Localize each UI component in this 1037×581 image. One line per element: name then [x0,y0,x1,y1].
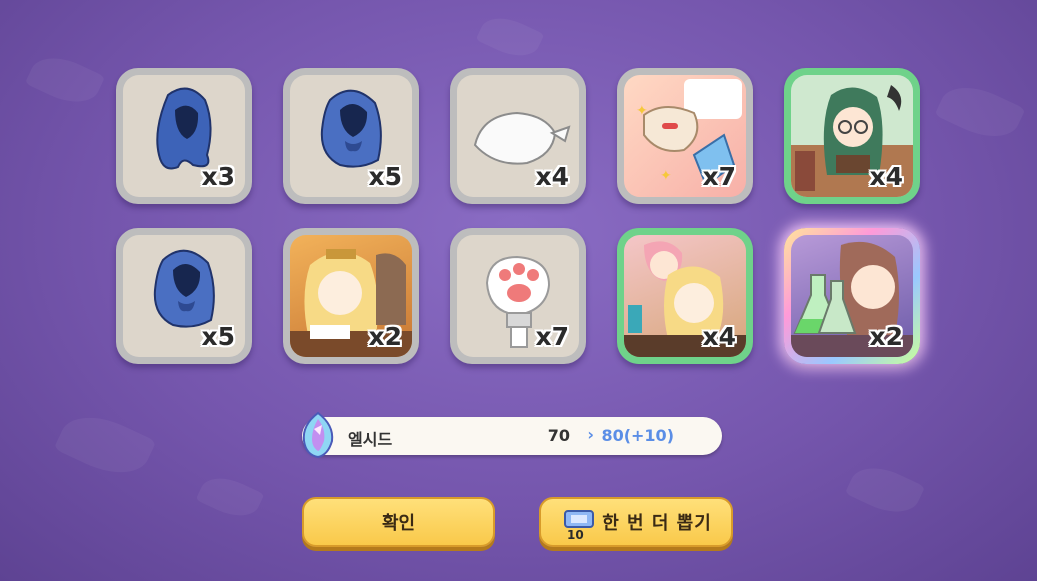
reward-card-3[interactable]: x4 [450,68,586,204]
reward-card-7[interactable]: x2 [283,228,419,364]
draw-again-label: 한 번 더 뽑기 [602,513,712,534]
reward-count: x5 [201,322,235,351]
reward-card-8[interactable]: x7 [450,228,586,364]
reward-card-1[interactable]: x3 [116,68,252,204]
reward-card-9[interactable]: x4 [617,228,753,364]
reward-count: x4 [535,162,569,191]
svg-text:✦: ✦ [660,168,672,184]
svg-text:✦: ✦ [636,103,648,119]
reward-card-4[interactable]: ✦ ✦ x7 [617,68,753,204]
reward-count: x4 [869,162,903,191]
ticket-count: 10 [567,528,584,541]
confirm-button[interactable]: 확인 [302,497,495,547]
reward-count: x7 [535,322,569,351]
chevron-right-icon: › [587,425,594,444]
confirm-button-label: 확인 [381,513,416,534]
draw-again-button[interactable]: 10 한 번 더 뽑기 [539,497,733,547]
reward-count: x5 [368,162,402,191]
reward-count: x2 [368,322,402,351]
ticket-icon: 10 [564,510,594,541]
reward-count: x4 [702,322,736,351]
reward-count: x3 [201,162,235,191]
reward-count: x7 [702,162,736,191]
reward-count: x2 [869,322,903,351]
currency-from-value: 70 [547,426,570,445]
currency-to-value: 80(+10) [601,426,674,445]
currency-bar: 엘시드 70 › 80(+10) [302,411,722,459]
reward-card-10[interactable]: x2 [784,228,920,364]
reward-card-6[interactable]: x5 [116,228,252,364]
currency-name: 엘시드 [348,430,393,449]
reward-card-5[interactable]: x4 [784,68,920,204]
crystal-gem-icon [302,411,334,459]
reward-card-2[interactable]: x5 [283,68,419,204]
